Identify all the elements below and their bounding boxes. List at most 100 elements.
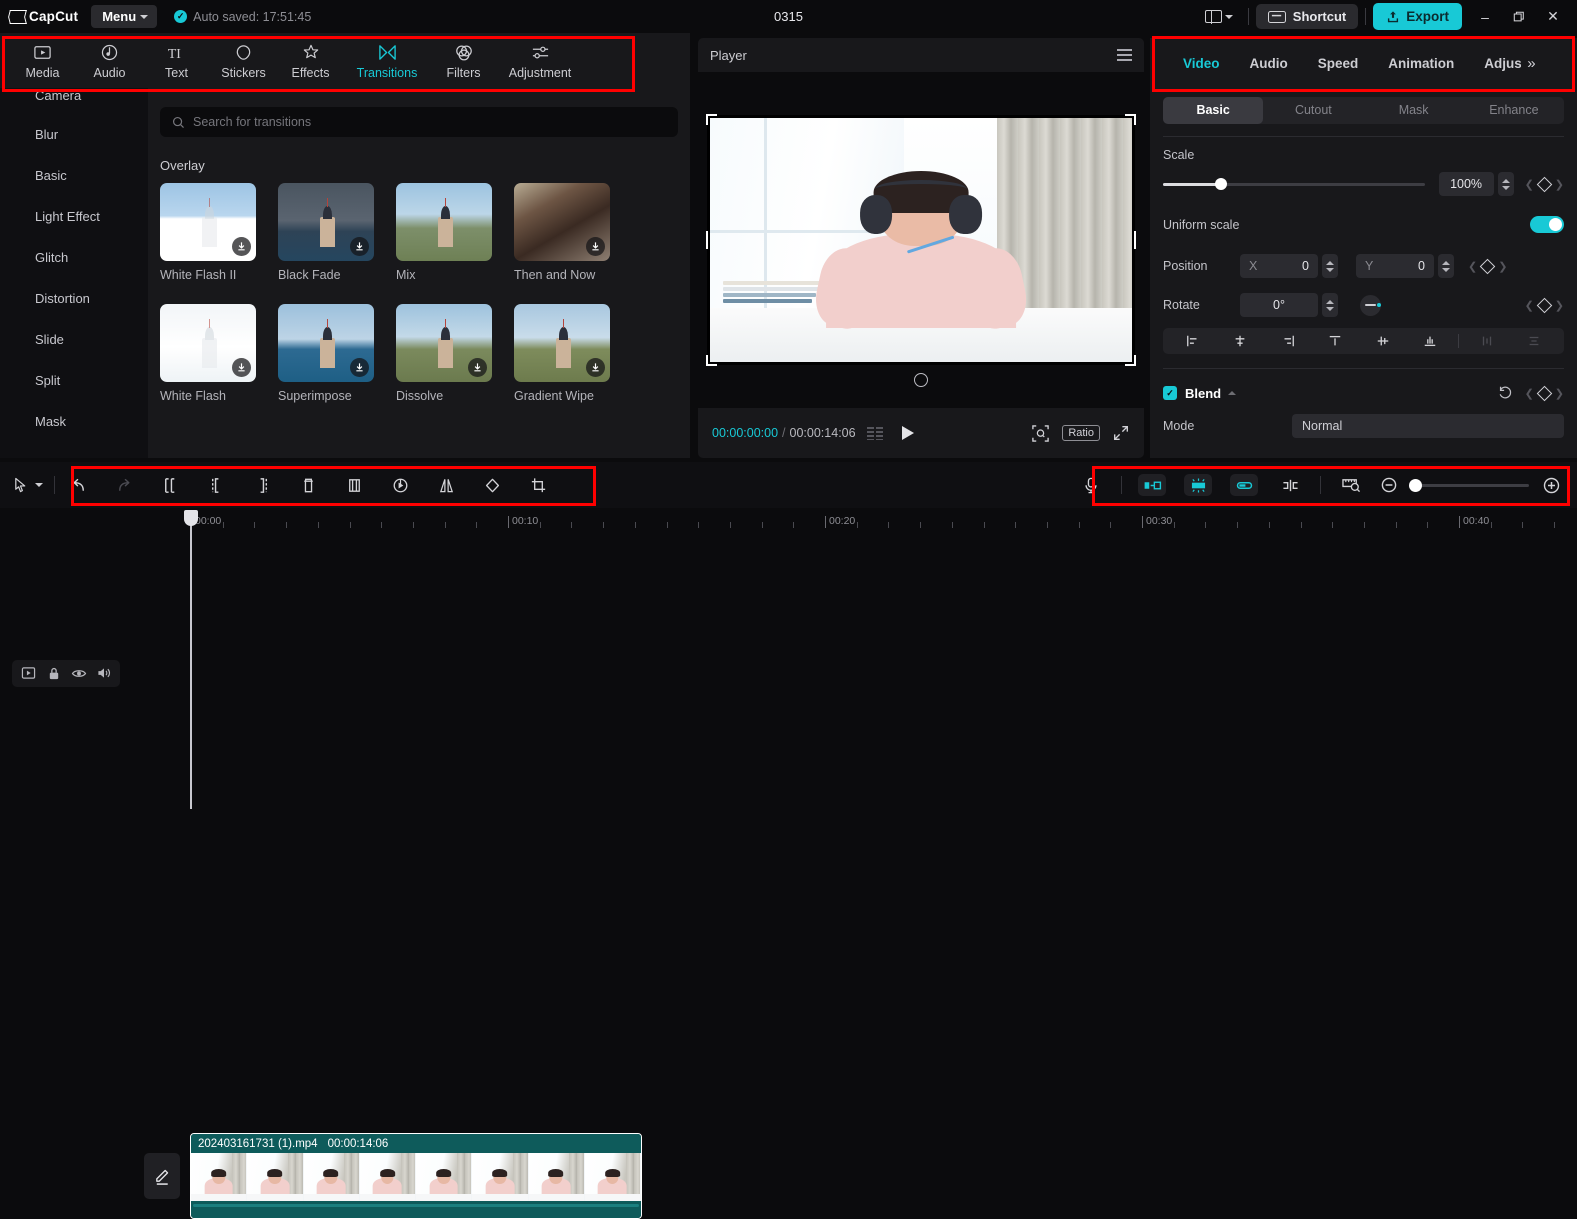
eye-icon[interactable] — [69, 664, 88, 683]
rotate-dial[interactable] — [1360, 294, 1381, 316]
close-button[interactable]: ✕ — [1536, 2, 1570, 32]
scale-slider-knob[interactable] — [1214, 178, 1227, 190]
transition-card[interactable]: Gradient Wipe — [514, 304, 610, 403]
undo-button[interactable] — [55, 470, 101, 500]
delete-button[interactable] — [285, 470, 331, 500]
uniform-scale-toggle[interactable] — [1530, 216, 1564, 233]
download-icon[interactable] — [232, 358, 251, 377]
menu-button[interactable]: Menu — [91, 5, 158, 28]
track-type-icon[interactable] — [19, 664, 38, 683]
trim-right-button[interactable] — [239, 470, 285, 500]
timeline-fit-button[interactable] — [1328, 470, 1374, 500]
zoom-out-button[interactable] — [1374, 470, 1404, 500]
position-y-stepper[interactable] — [1438, 254, 1454, 278]
more-tabs-chevron-icon[interactable]: » — [1527, 55, 1535, 72]
shortcut-button[interactable]: ━━ Shortcut — [1255, 4, 1359, 29]
rotate-button[interactable] — [469, 470, 515, 500]
tab-audio[interactable]: Audio — [1235, 56, 1303, 71]
auto-cutout-button[interactable] — [1175, 470, 1221, 500]
rotate-stepper[interactable] — [1322, 293, 1338, 317]
position-x-stepper[interactable] — [1322, 254, 1338, 278]
category-split[interactable]: Split — [0, 360, 148, 401]
category-mask[interactable]: Mask — [0, 401, 148, 442]
lock-icon[interactable] — [44, 664, 63, 683]
blend-checkbox[interactable]: ✓ — [1163, 386, 1177, 400]
align-left-button[interactable] — [1169, 334, 1217, 348]
subtab-enhance[interactable]: Enhance — [1464, 97, 1564, 124]
category-light-effect[interactable]: Light Effect — [0, 196, 148, 237]
tab-adjust[interactable]: Adjust — [1469, 56, 1521, 71]
scale-stepper[interactable] — [1497, 172, 1514, 196]
rotate-keyframe-button[interactable]: ❮ ❯ — [1525, 297, 1564, 313]
align-center-vertical-button[interactable] — [1359, 334, 1407, 348]
transition-card[interactable]: Black Fade — [278, 183, 374, 282]
crop-button[interactable] — [515, 470, 561, 500]
tab-text[interactable]: TI Text — [143, 42, 210, 80]
edit-clip-button[interactable] — [144, 1153, 180, 1199]
timeline[interactable]: 00:00 00:10 00:20 00:30 00:40 202403161731 (… — [0, 508, 1577, 1219]
search-input[interactable]: Search for transitions — [160, 107, 678, 137]
transition-card[interactable]: Mix — [396, 183, 492, 282]
tab-media[interactable]: Media — [9, 42, 76, 80]
download-icon[interactable] — [586, 237, 605, 256]
trim-left-button[interactable] — [193, 470, 239, 500]
subtab-mask[interactable]: Mask — [1364, 97, 1464, 124]
maximize-button[interactable] — [1502, 2, 1536, 32]
tab-stickers[interactable]: Stickers — [210, 42, 277, 80]
align-bottom-button[interactable] — [1407, 334, 1455, 348]
frame-view-icon[interactable] — [866, 426, 884, 440]
category-distortion[interactable]: Distortion — [0, 278, 148, 319]
play-button[interactable] — [902, 426, 915, 440]
subtab-basic[interactable]: Basic — [1163, 97, 1264, 124]
blend-mode-select[interactable]: Normal — [1292, 414, 1564, 438]
blend-keyframe-button[interactable]: ❮ ❯ — [1525, 385, 1564, 401]
position-x-input[interactable]: X 0 — [1240, 254, 1318, 278]
download-icon[interactable] — [232, 237, 251, 256]
scale-value-input[interactable]: 100% — [1438, 172, 1494, 196]
chevron-up-icon[interactable] — [1228, 391, 1237, 395]
position-y-input[interactable]: Y 0 — [1356, 254, 1434, 278]
align-right-button[interactable] — [1264, 334, 1312, 348]
download-icon[interactable] — [350, 358, 369, 377]
transition-card[interactable]: Superimpose — [278, 304, 374, 403]
tab-video[interactable]: Video — [1168, 56, 1235, 71]
subtab-cutout[interactable]: Cutout — [1263, 97, 1363, 124]
player-menu-icon[interactable] — [1117, 49, 1132, 61]
layout-switch-button[interactable] — [1197, 6, 1241, 27]
transition-card[interactable]: Then and Now — [514, 183, 610, 282]
split-button[interactable] — [147, 470, 193, 500]
category-basic[interactable]: Basic — [0, 155, 148, 196]
transition-card[interactable]: Dissolve — [396, 304, 492, 403]
align-center-horizontal-button[interactable] — [1217, 334, 1265, 348]
playhead-handle[interactable] — [184, 510, 198, 526]
tab-filters[interactable]: Filters — [430, 42, 497, 80]
zoom-slider[interactable] — [1409, 478, 1529, 492]
transition-card[interactable]: White Flash — [160, 304, 256, 403]
auto-caption-button[interactable] — [1129, 470, 1175, 500]
category-slide[interactable]: Slide — [0, 319, 148, 360]
minimize-button[interactable]: – — [1468, 2, 1502, 32]
download-icon[interactable] — [350, 237, 369, 256]
tab-audio[interactable]: Audio — [76, 42, 143, 80]
link-clip-button[interactable] — [1221, 470, 1267, 500]
timeline-clip[interactable]: 202403161731 (1).mp4 00:00:14:06 — [190, 1133, 642, 1219]
download-icon[interactable] — [586, 358, 605, 377]
align-top-button[interactable] — [1312, 334, 1360, 348]
playhead[interactable] — [184, 510, 198, 809]
split-marker-button[interactable] — [1267, 470, 1313, 500]
rotate-value-input[interactable]: 0° — [1240, 293, 1318, 317]
scale-slider[interactable] — [1163, 178, 1425, 190]
speaker-icon[interactable] — [94, 664, 113, 683]
tab-animation[interactable]: Animation — [1373, 56, 1469, 71]
ratio-button[interactable]: Ratio — [1062, 425, 1100, 441]
record-voiceover-button[interactable] — [1068, 470, 1114, 500]
scale-keyframe-button[interactable]: ❮ ❯ — [1525, 176, 1564, 192]
export-button[interactable]: Export — [1373, 3, 1462, 30]
tab-adjustment[interactable]: Adjustment — [497, 42, 583, 80]
tab-speed[interactable]: Speed — [1303, 56, 1374, 71]
download-icon[interactable] — [468, 358, 487, 377]
category-glitch[interactable]: Glitch — [0, 237, 148, 278]
category-blur[interactable]: Blur — [0, 114, 148, 155]
timeline-ruler[interactable]: 00:00 00:10 00:20 00:30 00:40 — [0, 508, 1577, 532]
mirror-button[interactable] — [423, 470, 469, 500]
